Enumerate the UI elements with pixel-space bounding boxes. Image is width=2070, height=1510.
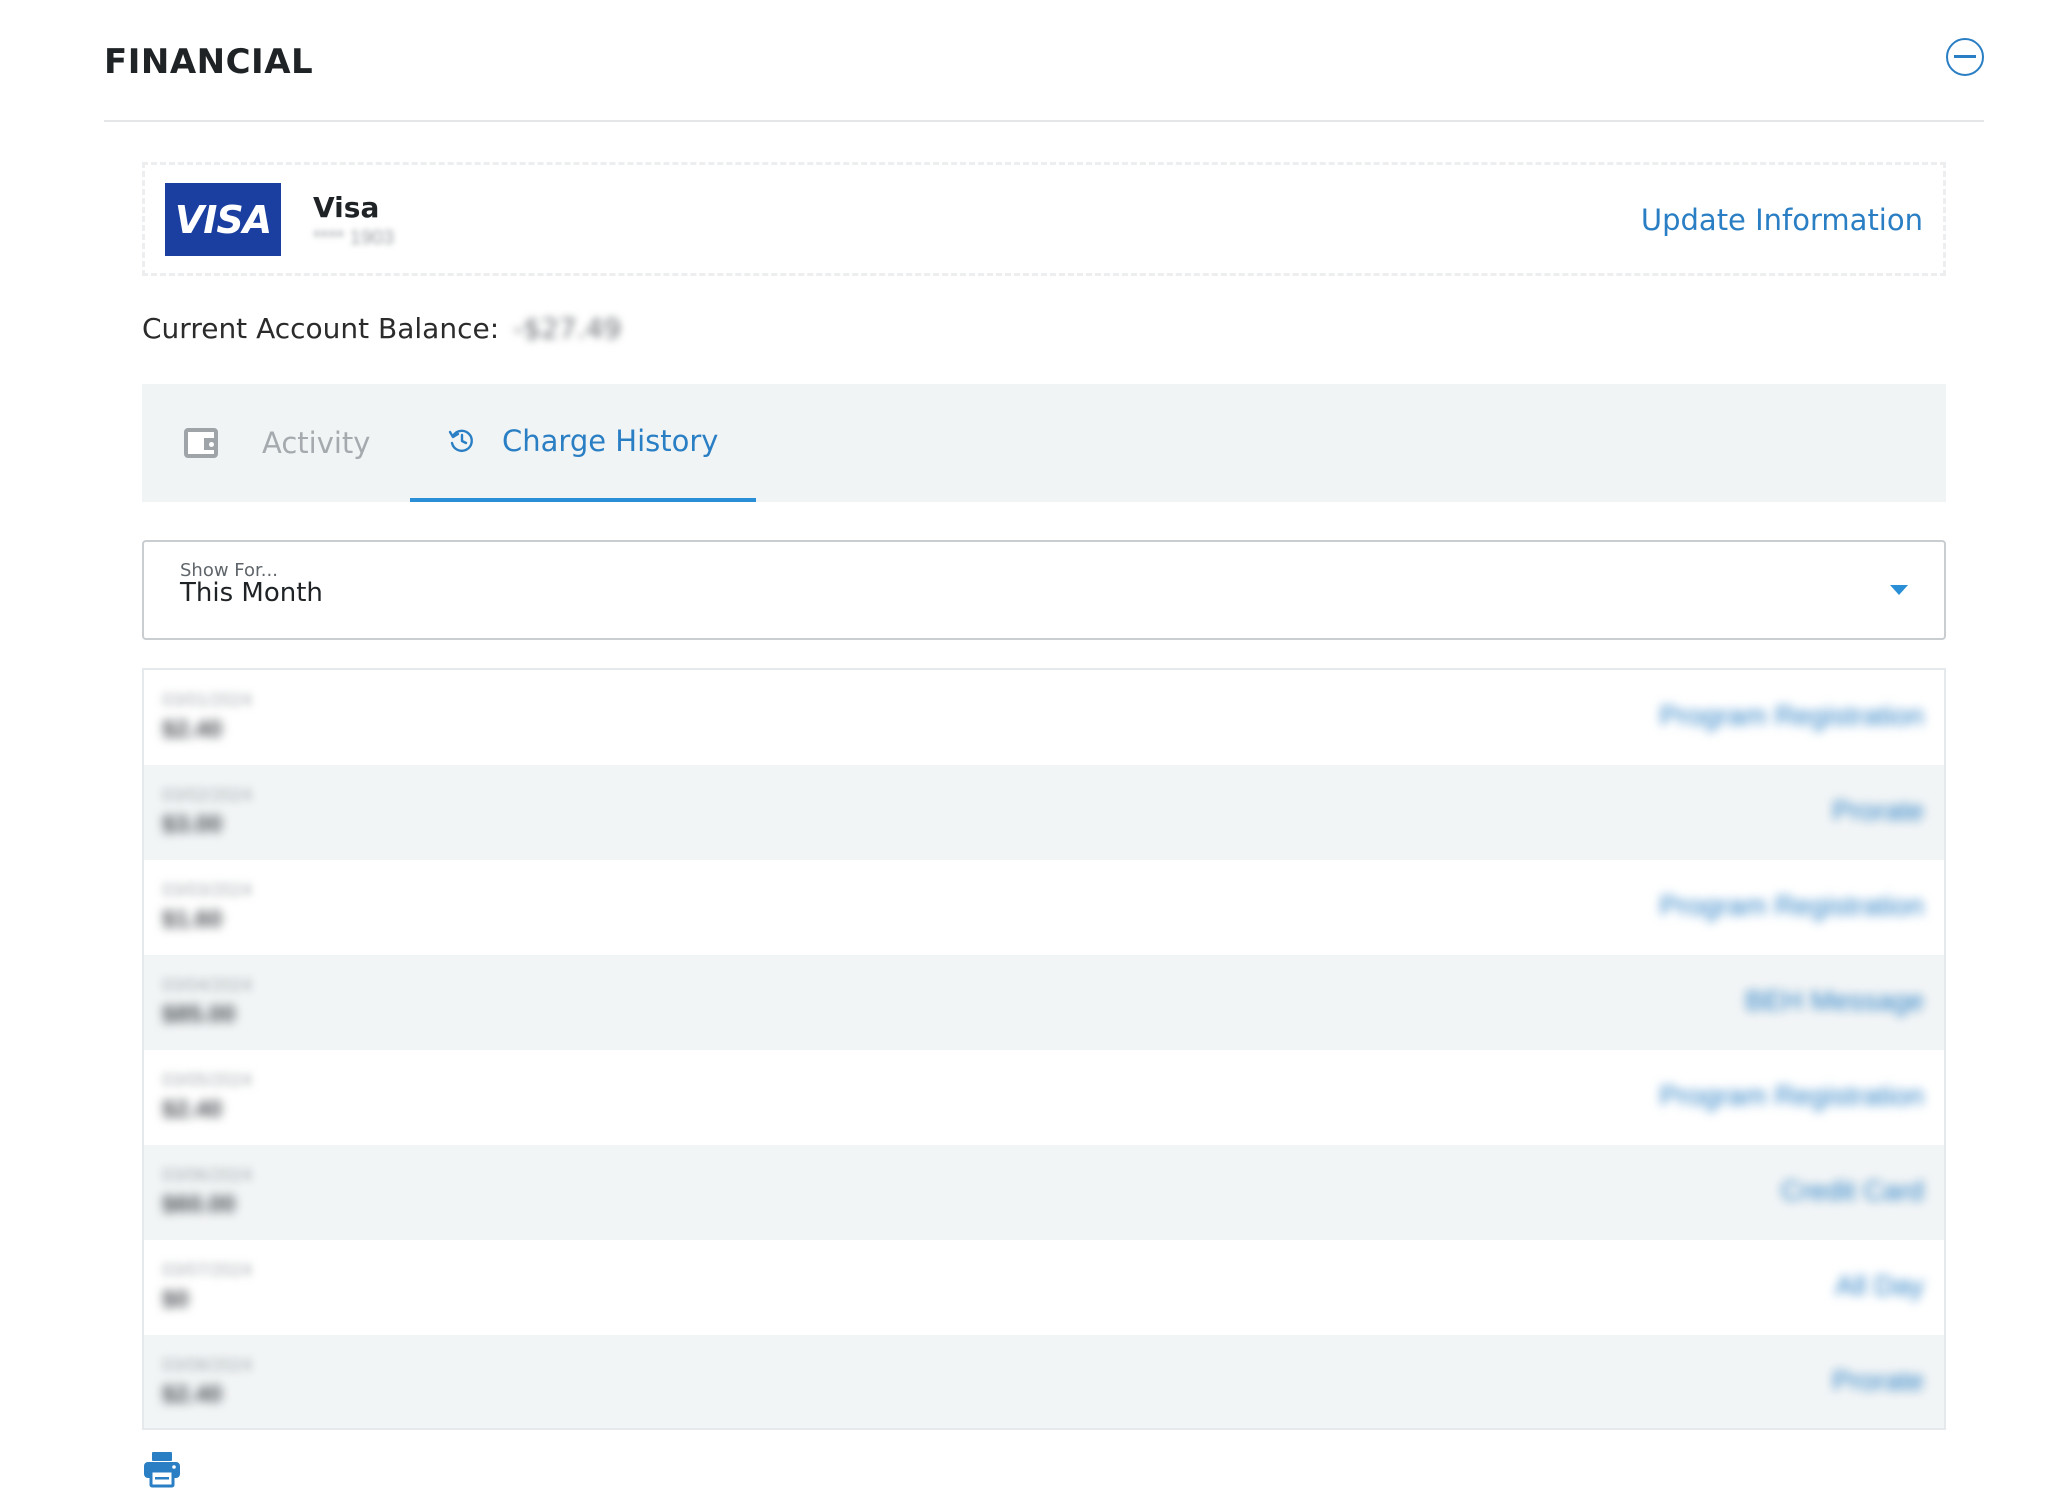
select-value: This Month: [180, 578, 323, 608]
row-date: 03/07/2024: [162, 1260, 253, 1280]
row-amount: $60.00: [162, 1191, 236, 1218]
tab-activity-label: Activity: [262, 426, 371, 460]
row-date: 03/01/2024: [162, 690, 253, 710]
tab-charge-history[interactable]: Charge History: [410, 384, 756, 502]
tab-charge-history-label: Charge History: [502, 424, 719, 458]
history-row: 03/03/2024 $1.60 Program Registration: [144, 860, 1944, 955]
row-amount: $3.00: [162, 811, 223, 838]
row-date: 03/04/2024: [162, 975, 253, 995]
history-row: 03/05/2024 $2.40 Program Registration: [144, 1050, 1944, 1145]
history-row: 03/04/2024 $85.00 BEH Message: [144, 955, 1944, 1050]
tab-activity[interactable]: Activity: [184, 384, 370, 502]
history-row: 03/07/2024 $0 All Day: [144, 1240, 1944, 1335]
row-description-link[interactable]: Program Registration: [1659, 890, 1924, 922]
row-date: 03/02/2024: [162, 785, 253, 805]
row-description-link[interactable]: Credit Card: [1781, 1175, 1924, 1207]
history-icon: [448, 427, 476, 455]
row-date: 03/05/2024: [162, 1070, 253, 1090]
row-description-link[interactable]: Program Registration: [1659, 1080, 1924, 1112]
collapse-icon[interactable]: [1946, 38, 1984, 76]
row-date: 03/08/2024: [162, 1355, 253, 1375]
history-row: 03/01/2024 $2.40 Program Registration: [144, 670, 1944, 765]
balance-label: Current Account Balance:: [142, 312, 500, 345]
section-title: FINANCIAL: [104, 42, 314, 82]
row-description-link[interactable]: Prorate: [1832, 1365, 1924, 1397]
show-for-select[interactable]: Show For... This Month: [142, 540, 1946, 640]
update-information-link[interactable]: Update Information: [1641, 203, 1923, 237]
payment-card: VISA Visa **** 1903 Update Information: [142, 162, 1946, 276]
print-icon[interactable]: [142, 1450, 182, 1488]
row-amount: $85.00: [162, 1001, 236, 1028]
balance-value: -$27.49: [513, 312, 622, 345]
row-amount: $0: [162, 1286, 189, 1313]
history-row: 03/02/2024 $3.00 Prorate: [144, 765, 1944, 860]
row-amount: $2.40: [162, 716, 223, 743]
row-description-link[interactable]: Program Registration: [1659, 700, 1924, 732]
tabs-bar: Activity Charge History: [142, 384, 1946, 502]
card-masked-number: **** 1903: [313, 227, 395, 249]
account-balance: Current Account Balance: -$27.49: [142, 312, 621, 345]
row-date: 03/06/2024: [162, 1165, 253, 1185]
history-row: 03/06/2024 $60.00 Credit Card: [144, 1145, 1944, 1240]
financial-page: FINANCIAL VISA Visa **** 1903 Update Inf…: [0, 0, 2070, 1510]
row-amount: $2.40: [162, 1096, 223, 1123]
row-description-link[interactable]: All Day: [1835, 1270, 1924, 1302]
row-amount: $2.40: [162, 1381, 223, 1408]
row-date: 03/03/2024: [162, 880, 253, 900]
caret-down-icon: [1890, 585, 1908, 595]
charge-history-list: 03/01/2024 $2.40 Program Registration 03…: [142, 668, 1946, 1430]
wallet-icon: [184, 428, 218, 458]
row-description-link[interactable]: BEH Message: [1745, 985, 1924, 1017]
row-description-link[interactable]: Prorate: [1832, 795, 1924, 827]
row-amount: $1.60: [162, 906, 223, 933]
history-row: 03/08/2024 $2.40 Prorate: [144, 1335, 1944, 1428]
card-name: Visa: [313, 191, 380, 224]
section-header: FINANCIAL: [104, 32, 1984, 122]
visa-logo: VISA: [165, 183, 281, 256]
